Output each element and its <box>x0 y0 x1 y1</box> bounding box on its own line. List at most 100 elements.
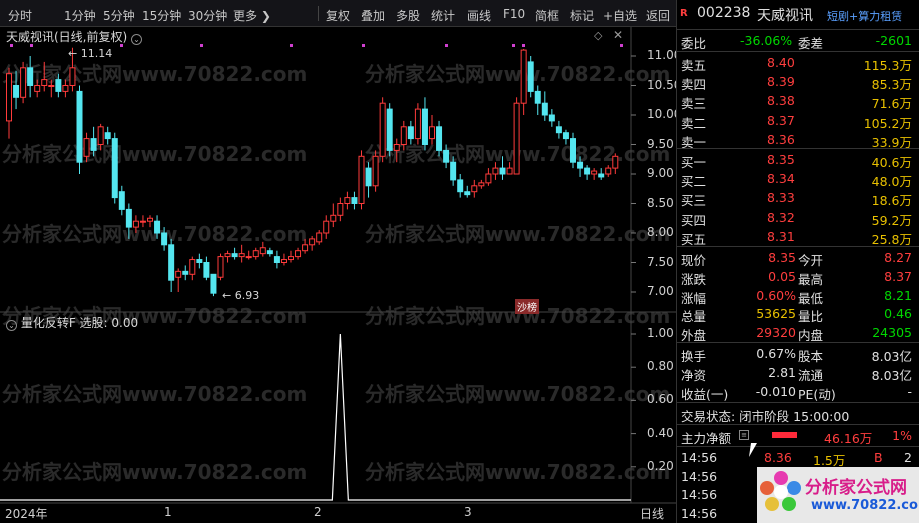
candle-body[interactable] <box>337 203 344 216</box>
candle-body[interactable] <box>393 144 400 151</box>
tick-time: 14:56 <box>681 468 718 484</box>
candle-body[interactable] <box>175 270 182 278</box>
concept-tag[interactable]: 短剧+算力租赁 <box>827 8 902 24</box>
candle-body[interactable] <box>562 132 569 140</box>
candle-body[interactable] <box>358 155 365 205</box>
candle-body[interactable] <box>118 191 125 210</box>
candle-body[interactable] <box>259 247 266 255</box>
candle-body[interactable] <box>471 185 478 193</box>
candle-body[interactable] <box>13 85 20 98</box>
candle-body[interactable] <box>132 220 139 228</box>
candle-body[interactable] <box>414 108 421 140</box>
candle-body[interactable] <box>252 250 259 258</box>
candle-body[interactable] <box>570 138 576 163</box>
candle-body[interactable] <box>90 138 97 151</box>
candle-body[interactable] <box>34 85 41 92</box>
candle-body[interactable] <box>591 170 598 175</box>
candle-body[interactable] <box>20 67 27 98</box>
candle-body[interactable] <box>168 244 175 281</box>
candle-body[interactable] <box>189 259 196 275</box>
candle-body[interactable] <box>351 197 358 205</box>
candle-body[interactable] <box>266 250 273 255</box>
candle-body[interactable] <box>139 220 146 223</box>
candle-body[interactable] <box>288 256 294 261</box>
candle-body[interactable] <box>203 262 210 278</box>
candle-body[interactable] <box>295 250 302 258</box>
candle-body[interactable] <box>386 108 393 151</box>
chart-title[interactable]: 天威视讯(日线,前复权) ⌄ <box>6 28 143 45</box>
candle-body[interactable] <box>125 208 132 228</box>
candle-body[interactable] <box>492 167 499 175</box>
candle-body[interactable] <box>224 253 231 258</box>
candle-body[interactable] <box>577 161 584 169</box>
candle-body[interactable] <box>231 253 238 258</box>
candle-body[interactable] <box>238 253 245 258</box>
candle-body[interactable] <box>464 191 471 196</box>
chevron-down-icon[interactable]: ⌄ <box>131 34 143 45</box>
candle-body[interactable] <box>365 167 372 187</box>
candle-body[interactable] <box>280 259 287 263</box>
candlestick-chart[interactable] <box>0 0 676 523</box>
candle-body[interactable] <box>584 167 591 175</box>
ask-price: 8.37 <box>767 112 795 128</box>
candle-body[interactable] <box>379 102 386 157</box>
candle-body[interactable] <box>527 61 534 92</box>
candle-body[interactable] <box>104 132 111 140</box>
candle-body[interactable] <box>182 270 189 275</box>
candle-body[interactable] <box>450 161 457 181</box>
period-label[interactable]: 日线 <box>640 505 664 522</box>
indicator-title[interactable]: ⌄ 量化反转F 选股: 0.00 <box>6 314 138 331</box>
candle-body[interactable] <box>245 256 252 259</box>
candle-body[interactable] <box>6 73 12 122</box>
candle-body[interactable] <box>506 167 513 175</box>
candle-body[interactable] <box>478 182 485 187</box>
candle-body[interactable] <box>97 126 104 146</box>
close-icon[interactable]: ✕ <box>613 28 623 42</box>
candle-body[interactable] <box>443 149 450 163</box>
candle-body[interactable] <box>69 67 76 87</box>
candle-body[interactable] <box>344 197 351 205</box>
candle-body[interactable] <box>520 49 527 104</box>
candle-body[interactable] <box>154 220 161 234</box>
candle-body[interactable] <box>407 126 414 140</box>
candle-body[interactable] <box>210 273 217 294</box>
candle-body[interactable] <box>27 67 34 87</box>
candle-body[interactable] <box>309 238 316 246</box>
candle-body[interactable] <box>612 155 619 169</box>
candle-body[interactable] <box>111 138 118 199</box>
candle-body[interactable] <box>273 256 280 264</box>
chevron-down-icon[interactable]: ⌄ <box>6 320 17 331</box>
candle-body[interactable] <box>161 232 168 246</box>
candle-body[interactable] <box>302 244 309 252</box>
candle-body[interactable] <box>436 126 443 151</box>
candle-body[interactable] <box>48 85 55 87</box>
candle-body[interactable] <box>541 102 548 116</box>
candle-body[interactable] <box>400 126 407 146</box>
candle-body[interactable] <box>41 79 48 86</box>
candle-body[interactable] <box>83 138 90 157</box>
candle-body[interactable] <box>513 102 520 175</box>
candle-body[interactable] <box>548 114 555 122</box>
diamond-icon[interactable]: ◇ <box>594 29 602 42</box>
candle-body[interactable] <box>457 179 464 193</box>
candle-body[interactable] <box>598 173 605 178</box>
candle-body[interactable] <box>196 259 203 263</box>
ranking-badge[interactable]: 沙榜 <box>515 299 539 314</box>
candle-body[interactable] <box>429 126 435 140</box>
candle-body[interactable] <box>316 232 323 243</box>
candle-body[interactable] <box>421 108 428 145</box>
candle-body[interactable] <box>372 155 379 187</box>
candle-body[interactable] <box>323 220 330 234</box>
list-icon[interactable]: ≡ <box>739 430 749 440</box>
candle-body[interactable] <box>534 90 541 104</box>
candle-body[interactable] <box>555 126 562 134</box>
candle-body[interactable] <box>217 256 224 278</box>
candle-body[interactable] <box>147 217 153 222</box>
candle-body[interactable] <box>76 90 83 163</box>
candle-body[interactable] <box>605 167 612 175</box>
candle-body[interactable] <box>62 85 69 92</box>
candle-body[interactable] <box>55 79 62 92</box>
candle-body[interactable] <box>499 167 506 175</box>
candle-body[interactable] <box>485 173 492 184</box>
candle-body[interactable] <box>330 214 337 222</box>
